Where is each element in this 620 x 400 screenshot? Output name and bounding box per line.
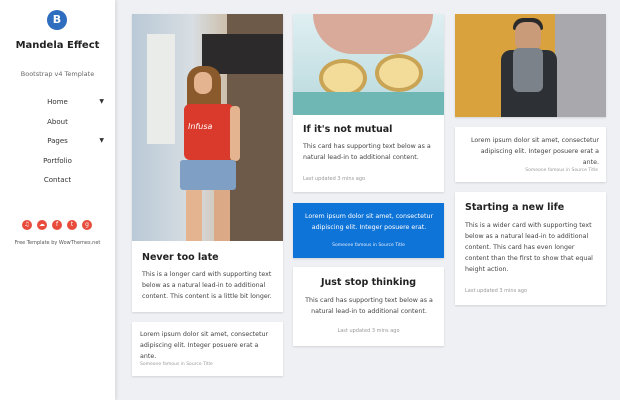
sidebar-nav: Home ▼ About Pages ▼ Portfolio Contact bbox=[0, 96, 115, 194]
cloud-icon[interactable]: ☁ bbox=[37, 220, 47, 230]
social-links: ♫ ☁ f t g bbox=[22, 220, 94, 230]
card-meta: Last updated 3 mins ago bbox=[337, 328, 400, 334]
caret-down-icon: ▼ bbox=[99, 137, 104, 144]
card-image-woman-red-shirt: Infusa bbox=[132, 14, 283, 241]
card-title: Never too late bbox=[142, 252, 219, 263]
card-never-too-late[interactable]: Infusa Never too late This is a longer c… bbox=[132, 14, 283, 312]
card-text: This is a longer card with supporting te… bbox=[142, 271, 272, 300]
card-text: This is a wider card with supporting tex… bbox=[465, 222, 593, 273]
card-title: Starting a new life bbox=[465, 202, 565, 213]
card-if-its-not-mutual[interactable]: If it's not mutual This card has support… bbox=[293, 14, 444, 192]
caret-down-icon: ▼ bbox=[99, 98, 104, 105]
card-title: If it's not mutual bbox=[303, 124, 393, 135]
shirt-print: Infusa bbox=[188, 122, 213, 131]
quote-footer: Someone famous in Source Title bbox=[332, 243, 405, 248]
nav-label: Contact bbox=[43, 176, 72, 184]
soundcloud-icon[interactable]: ♫ bbox=[22, 220, 32, 230]
nav-label: About bbox=[47, 117, 68, 126]
nav-label: Portfolio bbox=[43, 156, 72, 165]
card-man-photo[interactable] bbox=[455, 14, 606, 117]
logo-icon[interactable]: B bbox=[47, 10, 67, 30]
quote-footer: Someone famous in Source Title bbox=[140, 362, 213, 367]
nav-item-home[interactable]: Home ▼ bbox=[0, 96, 115, 116]
footer-credit[interactable]: Free Template by WowThemes.net bbox=[0, 240, 115, 246]
nav-label: Pages bbox=[47, 137, 68, 145]
twitter-icon[interactable]: t bbox=[67, 220, 77, 230]
quote-text: Lorem ipsum dolor sit amet, consectetur … bbox=[304, 213, 434, 231]
google-plus-icon[interactable]: g bbox=[82, 220, 92, 230]
card-text: This card has supporting text below as a… bbox=[305, 297, 433, 315]
nav-item-contact[interactable]: Contact bbox=[0, 174, 115, 194]
card-title: Just stop thinking bbox=[320, 277, 417, 288]
card-starting-a-new-life[interactable]: Starting a new life This is a wider card… bbox=[455, 192, 606, 305]
nav-label: Home bbox=[47, 98, 68, 106]
nav-item-about[interactable]: About bbox=[0, 116, 115, 136]
card-meta: Last updated 3 mins ago bbox=[303, 176, 366, 182]
quote-footer: Someone famous in Source Title bbox=[525, 168, 598, 173]
card-just-stop-thinking[interactable]: Just stop thinking This card has support… bbox=[293, 267, 444, 346]
quote-text: Lorem ipsum dolor sit amet, consectetur … bbox=[470, 137, 599, 166]
nav-item-pages[interactable]: Pages ▼ bbox=[0, 135, 115, 155]
card-image-man-yellow-wall bbox=[455, 14, 606, 117]
sidebar: B Mandela Effect Bootstrap v4 Template H… bbox=[0, 0, 115, 400]
nav-item-portfolio[interactable]: Portfolio bbox=[0, 155, 115, 175]
quote-text: Lorem ipsum dolor sit amet, consectetur … bbox=[140, 331, 269, 360]
card-image-sunglasses bbox=[293, 14, 444, 115]
card-meta: Last updated 3 mins ago bbox=[465, 288, 528, 294]
card-quote-left[interactable]: Lorem ipsum dolor sit amet, consectetur … bbox=[132, 322, 283, 376]
site-tagline: Bootstrap v4 Template bbox=[20, 70, 95, 78]
site-title[interactable]: Mandela Effect bbox=[0, 40, 115, 51]
card-text: This card has supporting text below as a… bbox=[303, 143, 431, 161]
card-quote-right[interactable]: Lorem ipsum dolor sit amet, consectetur … bbox=[455, 127, 606, 182]
facebook-icon[interactable]: f bbox=[52, 220, 62, 230]
card-quote-blue[interactable]: Lorem ipsum dolor sit amet, consectetur … bbox=[293, 203, 444, 258]
